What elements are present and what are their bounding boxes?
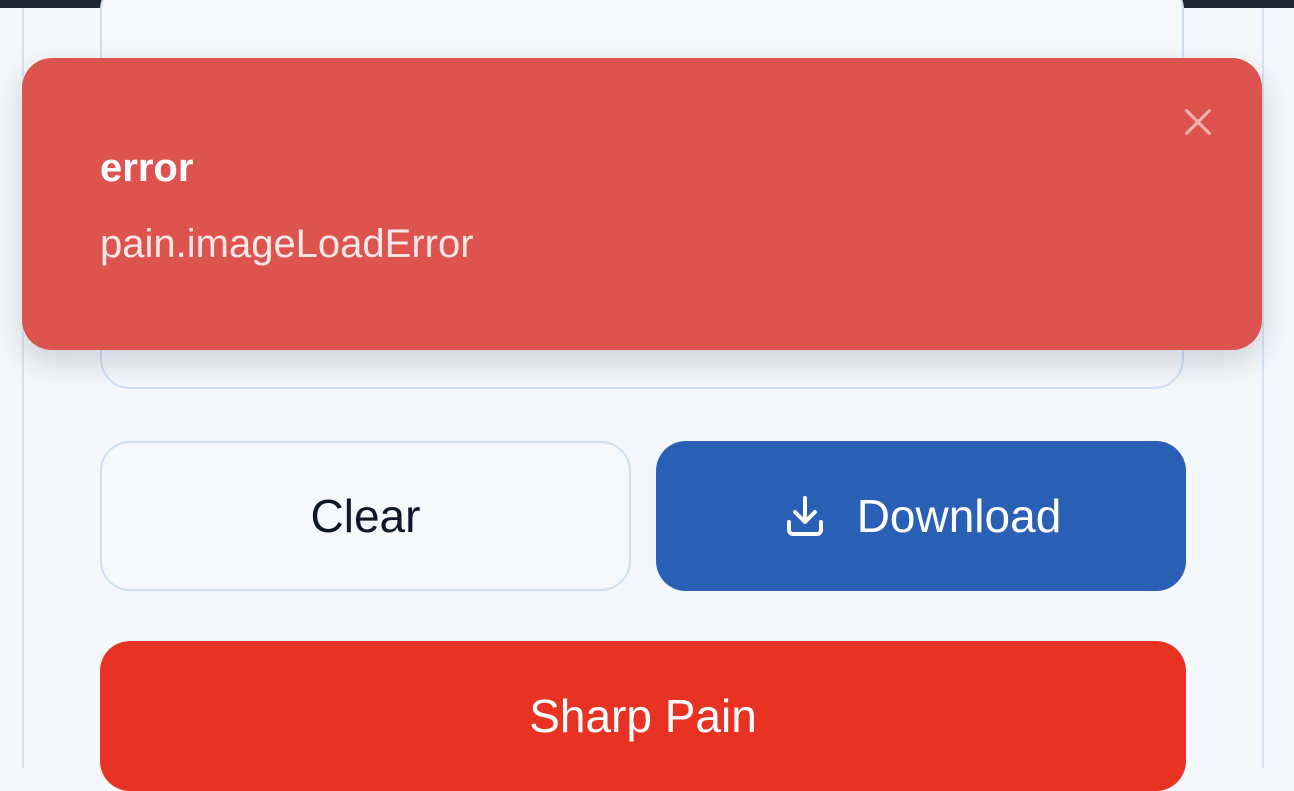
toast-message: pain.imageLoadError (100, 222, 474, 266)
download-button[interactable]: Download (656, 441, 1186, 591)
sharp-pain-button-label: Sharp Pain (529, 690, 757, 742)
clear-button-label: Clear (310, 490, 421, 542)
clear-button[interactable]: Clear (100, 441, 631, 591)
error-toast: error pain.imageLoadError (22, 58, 1262, 350)
sharp-pain-button[interactable]: Sharp Pain (100, 641, 1186, 791)
close-icon[interactable] (1178, 102, 1218, 142)
toast-title: error (100, 146, 194, 190)
download-icon (781, 492, 829, 540)
download-button-label: Download (856, 490, 1062, 542)
